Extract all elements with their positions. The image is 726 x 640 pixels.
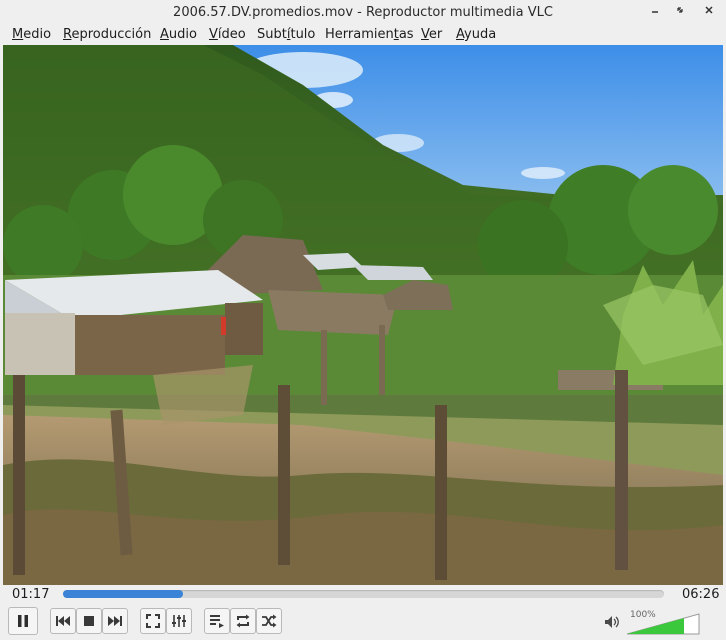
menu-medio[interactable]: Medio [12, 26, 51, 43]
playlist-button[interactable] [204, 608, 230, 634]
menu-reproduccion[interactable]: Reproducción [63, 26, 151, 43]
close-icon[interactable] [699, 0, 719, 24]
stop-icon [83, 615, 95, 627]
menu-bar: Medio Reproducción Audio Vídeo Subtítulo… [0, 24, 726, 45]
seek-bar-fill [63, 590, 184, 598]
fullscreen-icon [146, 614, 160, 628]
previous-button[interactable] [50, 608, 76, 634]
seek-bar[interactable] [63, 590, 664, 598]
maximize-icon[interactable] [670, 0, 690, 24]
window-title: 2006.57.DV.promedios.mov - Reproductor m… [173, 5, 553, 20]
menu-audio[interactable]: Audio [160, 26, 197, 43]
video-area[interactable] [3, 45, 723, 585]
previous-icon [55, 615, 71, 627]
shuffle-icon [261, 614, 277, 628]
minimize-icon[interactable] [645, 0, 665, 24]
elapsed-time: 01:17 [12, 587, 50, 602]
menu-herramientas[interactable]: Herramientas [325, 26, 414, 43]
menu-ver[interactable]: Ver [421, 26, 442, 43]
fullscreen-button[interactable] [140, 608, 166, 634]
menu-video[interactable]: Vídeo [209, 26, 246, 43]
total-time: 06:26 [682, 587, 720, 602]
stop-button[interactable] [76, 608, 102, 634]
loop-button[interactable] [230, 608, 256, 634]
title-bar[interactable]: 2006.57.DV.promedios.mov - Reproductor m… [0, 0, 726, 24]
equalizer-icon [171, 614, 187, 628]
pause-button[interactable] [8, 607, 38, 635]
playlist-icon [209, 614, 225, 628]
shuffle-button[interactable] [256, 608, 282, 634]
menu-subtitulo[interactable]: Subtítulo [257, 26, 315, 43]
menu-ayuda[interactable]: Ayuda [456, 26, 496, 43]
loop-icon [235, 614, 251, 628]
pause-icon [15, 613, 31, 629]
control-bar: 100% [0, 605, 726, 640]
speaker-icon[interactable] [604, 615, 620, 633]
next-icon [107, 615, 123, 627]
next-button[interactable] [102, 608, 128, 634]
video-frame [3, 45, 723, 585]
seek-row: 01:17 06:26 [0, 585, 726, 605]
extended-settings-button[interactable] [166, 608, 192, 634]
volume-slider[interactable] [626, 613, 700, 635]
